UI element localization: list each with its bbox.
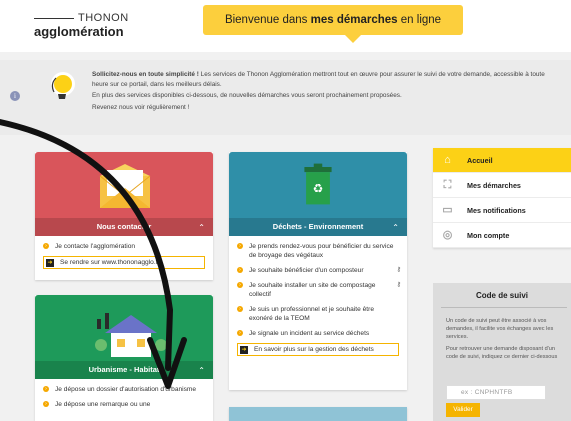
divider (441, 307, 567, 308)
nav-label: Accueil (467, 156, 493, 165)
svg-text:♻: ♻ (313, 182, 324, 196)
nav-label: Mes notifications (467, 206, 526, 215)
tracking-title: Code de suivi (475, 291, 528, 300)
key-icon: ⚷ (396, 282, 401, 288)
chevron-up-icon[interactable]: ⌃ (198, 366, 205, 375)
nav-item-demarches[interactable]: ⛶ Mes démarches (433, 173, 571, 198)
list-item[interactable]: › Je contacte l'agglomération (43, 242, 205, 251)
card-urbanisme-header[interactable]: Urbanisme - Habitat ⌃ (35, 295, 213, 379)
list-item[interactable]: › Je dépose un dossier d'autorisation d'u… (43, 385, 205, 394)
item-label: Je dépose un dossier d'autorisation d'ur… (55, 386, 197, 393)
link-label: En savoir plus sur la gestion des déchet… (254, 346, 374, 353)
home-icon: ⌂ (444, 154, 451, 166)
item-label: Je signale un incident au service déchet… (249, 330, 370, 337)
chevron-right-icon: › (237, 267, 243, 273)
item-label: Je souhaite bénéficier d'un composteur (249, 267, 364, 274)
nav-label: Mon compte (467, 231, 510, 240)
card-urbanisme: Urbanisme - Habitat ⌃ › Je dépose un doss… (35, 295, 213, 421)
info-line2: En plus des services disponibles ci-dess… (92, 92, 402, 100)
nav-item-notifications[interactable]: ▭ Mes notifications (433, 198, 571, 223)
validate-button[interactable]: Valider (446, 403, 480, 417)
banner-tip (345, 35, 361, 43)
trash-bin-icon: ♻ (304, 163, 332, 205)
item-label: Je suis un professionnel et je souhaite … (249, 306, 374, 322)
nav-label: Mes démarches (467, 181, 521, 190)
item-label: Je souhaite installer un site de compost… (249, 282, 376, 298)
list-item[interactable]: › Je prends rendez-vous pour bénéficier d… (237, 242, 399, 260)
arrow-right-icon: ➜ (240, 346, 248, 354)
card-urbanisme-title: Urbanisme - Habitat (35, 361, 213, 379)
chevron-right-icon: › (43, 243, 49, 249)
link-site[interactable]: ➜ Se rendre sur www.thononagglo.fr (43, 256, 205, 269)
card-next[interactable] (229, 407, 407, 421)
tracking-code-input[interactable]: ex : CNPHNTFB (446, 385, 546, 400)
tracking-text-1: Un code de suivi peut être associé à vos… (446, 318, 554, 340)
key-icon: ⚷ (396, 267, 401, 273)
card-contact-header[interactable]: Nous contacter ⌃ (35, 152, 213, 236)
header: THONON agglomération Bienvenue dans mes … (0, 0, 571, 52)
logo-top-text: THONON (78, 12, 129, 24)
item-label: Je dépose une remarque ou une (55, 401, 151, 408)
banner-bold: mes démarches (310, 14, 398, 26)
welcome-banner: Bienvenue dans mes démarches en ligne (203, 5, 463, 35)
item-label: Je prends rendez-vous pour bénéficier du… (249, 243, 394, 259)
envelope-icon (99, 164, 151, 208)
tracking-text-2: Pour retrouver une demande disposant d'u… (446, 346, 558, 360)
user-icon: ◎ (442, 229, 453, 241)
nav-item-accueil[interactable]: ⌂ Accueil (433, 148, 571, 173)
chevron-up-icon[interactable]: ⌃ (392, 223, 399, 232)
house-icon (95, 313, 167, 357)
list-item[interactable]: › Je suis un professionnel et je souhaite… (237, 305, 399, 323)
list-item[interactable]: › Je souhaite bénéficier d'un composteur ⚷ (237, 266, 401, 275)
card-dechets: ♻ Déchets - Environnement ⌃ › Je prends r… (229, 152, 407, 390)
logo[interactable]: THONON (34, 12, 129, 24)
card-contact: Nous contacter ⌃ › Je contacte l'agglomér… (35, 152, 213, 280)
chevron-right-icon: › (237, 243, 243, 249)
chevron-right-icon: › (43, 386, 49, 392)
list-item[interactable]: › Je dépose une remarque ou une (43, 400, 205, 409)
page: THONON agglomération Bienvenue dans mes … (0, 0, 571, 421)
nav-item-compte[interactable]: ◎ Mon compte (433, 223, 571, 248)
chevron-right-icon: › (43, 401, 49, 407)
chevron-right-icon: › (237, 330, 243, 336)
list-item[interactable]: › Je signale un incident au service déche… (237, 329, 399, 338)
chevron-right-icon: › (237, 306, 243, 312)
lightbulb-icon (51, 72, 75, 99)
info-text: Sollicitez-nous en toute simplicité ! Le… (92, 70, 552, 114)
tracking-code-panel: Code de suivi Un code de suivi peut être… (433, 283, 571, 421)
logo-bottom-text: agglomération (34, 24, 124, 39)
chevron-up-icon[interactable]: ⌃ (198, 223, 205, 232)
card-contact-title: Nous contacter (35, 218, 213, 236)
banner-prefix: Bienvenue dans (224, 14, 311, 26)
info-bold: Sollicitez-nous en toute simplicité ! (92, 71, 199, 78)
item-label: Je contacte l'agglomération (55, 243, 136, 250)
banner-suffix: en ligne (397, 14, 442, 26)
chevron-right-icon: › (237, 282, 243, 288)
tracking-text: Un code de suivi peut être associé à vos… (446, 317, 564, 361)
info-icon[interactable]: i (10, 91, 20, 101)
side-nav: ⌂ Accueil ⛶ Mes démarches ▭ Mes notificatio… (433, 148, 571, 248)
card-dechets-header[interactable]: ♻ Déchets - Environnement ⌃ (229, 152, 407, 236)
chat-icon: ▭ (442, 204, 453, 216)
link-dechets[interactable]: ➜ En savoir plus sur la gestion des déche… (237, 343, 399, 356)
list-item[interactable]: › Je souhaite installer un site de compos… (237, 281, 401, 299)
info-line3: Revenez nous voir régulièrement ! (92, 103, 190, 111)
arrow-right-icon: ➜ (46, 259, 54, 267)
card-dechets-title: Déchets - Environnement (229, 218, 407, 236)
grid-icon: ⛶ (443, 179, 452, 191)
link-label: Se rendre sur www.thononagglo.fr (60, 259, 160, 266)
